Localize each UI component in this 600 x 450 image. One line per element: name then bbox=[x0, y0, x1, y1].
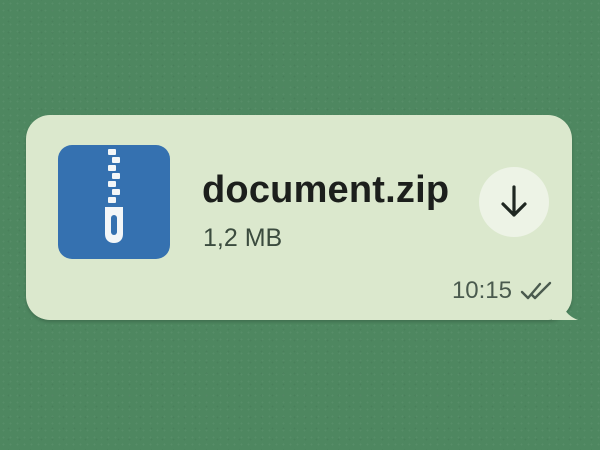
timestamp: 10:15 bbox=[451, 277, 512, 304]
double-check-icon bbox=[520, 280, 554, 302]
download-button[interactable] bbox=[479, 167, 549, 237]
zip-archive-icon bbox=[105, 149, 123, 243]
zip-file-icon[interactable] bbox=[58, 145, 170, 259]
chat-background: document.zip 1,2 MB 10:15 bbox=[0, 0, 600, 450]
file-name: document.zip bbox=[202, 169, 450, 211]
message-bubble[interactable]: document.zip 1,2 MB 10:15 bbox=[26, 115, 578, 320]
bubble-tail bbox=[552, 294, 578, 320]
message-meta: 10:15 bbox=[452, 277, 554, 305]
download-arrow-icon bbox=[501, 185, 527, 217]
file-size: 1,2 MB bbox=[203, 224, 283, 252]
